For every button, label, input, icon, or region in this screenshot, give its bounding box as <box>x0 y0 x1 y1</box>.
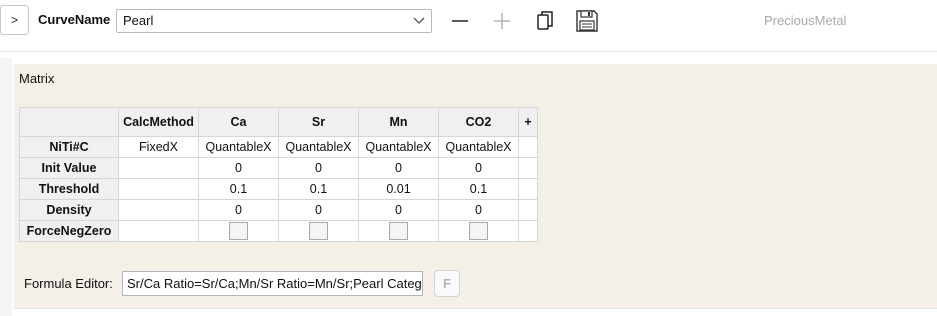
force-neg-zero-checkbox[interactable] <box>389 222 408 240</box>
table-cell[interactable]: FixedX <box>118 136 199 158</box>
column-header[interactable]: CO2 <box>438 107 519 137</box>
force-neg-zero-checkbox[interactable] <box>229 222 248 240</box>
formula-editor-input[interactable]: Sr/Ca Ratio=Sr/Ca;Mn/Sr Ratio=Mn/Sr;Pear… <box>122 271 423 296</box>
table-cell[interactable]: QuantableX <box>198 136 279 158</box>
filler-cell <box>518 199 538 221</box>
curve-name-value: Pearl <box>123 13 154 28</box>
toolbar-divider <box>0 51 937 52</box>
column-header[interactable]: Ca <box>198 107 279 137</box>
table-cell[interactable]: 0 <box>438 199 519 221</box>
curve-name-select[interactable]: Pearl <box>116 9 432 33</box>
table-cell[interactable] <box>118 178 199 200</box>
save-icon[interactable] <box>575 9 599 33</box>
table-cell[interactable]: 0.1 <box>438 178 519 200</box>
row-header: Init Value <box>19 157 119 179</box>
copy-icon[interactable] <box>533 9 557 33</box>
matrix-header-row: CalcMethod Ca Sr Mn CO2 + <box>19 107 538 137</box>
table-cell <box>118 220 199 242</box>
table-cell[interactable]: 0 <box>198 199 279 221</box>
row-header: NiTi#C <box>19 136 119 158</box>
filler-cell <box>518 220 538 242</box>
left-gutter <box>0 58 12 316</box>
plus-icon[interactable] <box>490 9 514 33</box>
table-row: ForceNegZero <box>19 220 538 242</box>
row-header: Density <box>19 199 119 221</box>
chevron-down-icon <box>413 17 425 24</box>
add-column-button[interactable]: + <box>518 107 538 137</box>
formula-editor-label: Formula Editor: <box>24 276 113 291</box>
matrix-table: CalcMethod Ca Sr Mn CO2 + NiTi#C FixedX … <box>19 107 538 242</box>
table-cell[interactable]: 0.1 <box>278 178 359 200</box>
table-row: Init Value 0 0 0 0 <box>19 157 538 179</box>
curve-name-label: CurveName <box>38 12 111 27</box>
table-cell <box>438 220 519 242</box>
force-neg-zero-checkbox[interactable] <box>309 222 328 240</box>
table-cell <box>278 220 359 242</box>
column-header[interactable]: CalcMethod <box>118 107 199 137</box>
table-cell[interactable]: 0 <box>278 157 359 179</box>
expand-button[interactable]: > <box>0 5 29 35</box>
table-cell[interactable]: 0.01 <box>358 178 439 200</box>
table-row: Threshold 0.1 0.1 0.01 0.1 <box>19 178 538 200</box>
table-row: NiTi#C FixedX QuantableX QuantableX Quan… <box>19 136 538 158</box>
table-cell <box>198 220 279 242</box>
app-brand: PreciousMetal <box>764 13 847 28</box>
table-row: Density 0 0 0 0 <box>19 199 538 221</box>
table-cell[interactable] <box>118 199 199 221</box>
table-cell[interactable]: 0 <box>358 199 439 221</box>
table-cell[interactable]: QuantableX <box>438 136 519 158</box>
table-cell[interactable]: 0 <box>358 157 439 179</box>
column-header[interactable]: Mn <box>358 107 439 137</box>
filler-cell <box>518 178 538 200</box>
row-header: Threshold <box>19 178 119 200</box>
filler-cell <box>518 136 538 158</box>
corner-cell <box>19 107 119 137</box>
minus-icon[interactable] <box>448 9 472 33</box>
table-cell[interactable] <box>118 157 199 179</box>
filler-cell <box>518 157 538 179</box>
table-cell[interactable]: QuantableX <box>278 136 359 158</box>
table-cell <box>358 220 439 242</box>
toolbar: > CurveName Pearl PreciousMetal <box>0 0 937 42</box>
row-header: ForceNegZero <box>19 220 119 242</box>
force-neg-zero-checkbox[interactable] <box>469 222 488 240</box>
table-cell[interactable]: 0 <box>198 157 279 179</box>
formula-button[interactable]: F <box>434 270 460 297</box>
table-cell[interactable]: 0 <box>438 157 519 179</box>
table-cell[interactable]: 0.1 <box>198 178 279 200</box>
table-cell[interactable]: 0 <box>278 199 359 221</box>
table-cell[interactable]: QuantableX <box>358 136 439 158</box>
panel-bottom-divider <box>14 308 937 309</box>
column-header[interactable]: Sr <box>278 107 359 137</box>
matrix-title: Matrix <box>19 71 55 86</box>
